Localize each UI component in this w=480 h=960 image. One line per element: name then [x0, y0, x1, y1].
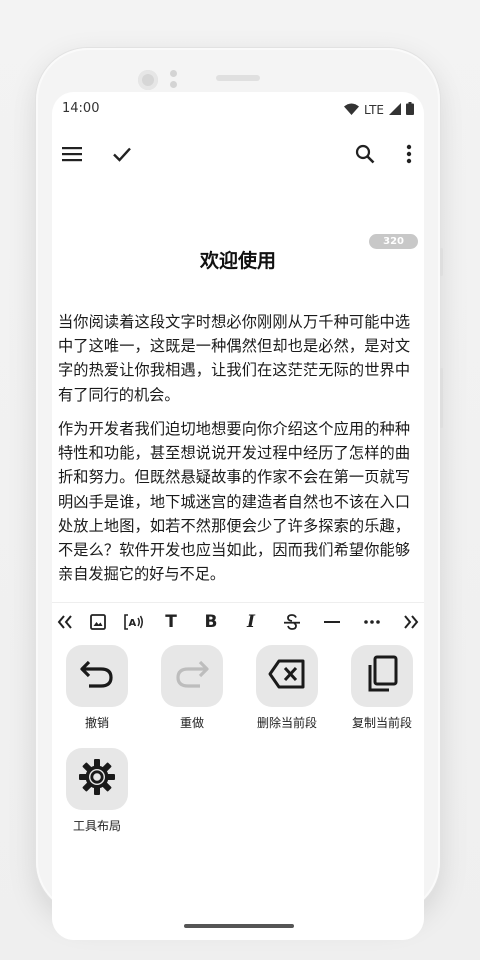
status-icons: LTE [344, 100, 414, 119]
double-chevron-right-icon[interactable] [398, 609, 424, 635]
sensor [170, 81, 177, 88]
copy-icon [365, 655, 399, 697]
check-icon[interactable] [108, 140, 136, 168]
horizontal-rule-icon[interactable] [319, 609, 345, 635]
wifi-icon [344, 100, 360, 119]
copy-paragraph-button[interactable]: 复制当前段 [342, 645, 422, 731]
quick-actions-panel: 撤销 重做 删除当前段 复制当前段 工具布局 [52, 640, 424, 940]
battery-icon [406, 100, 414, 119]
screen: 14:00 LTE 320 欢迎使用 当你阅读着这段文字时想必你刚刚从万千种可能… [52, 92, 424, 940]
action-tile[interactable] [66, 748, 128, 810]
format-toolbar: A T B I [52, 602, 424, 641]
strikethrough-icon[interactable] [279, 609, 305, 635]
action-label: 复制当前段 [351, 716, 412, 730]
power-button [440, 368, 443, 428]
action-label: 重做 [179, 716, 204, 730]
app-toolbar [52, 126, 424, 182]
volume-button [440, 248, 443, 276]
title-icon[interactable]: T [158, 609, 184, 635]
italic-icon[interactable]: I [238, 609, 264, 635]
image-icon[interactable] [85, 609, 111, 635]
undo-icon [79, 658, 115, 694]
action-label: 删除当前段 [256, 716, 317, 730]
paragraph[interactable]: 当你阅读着这段文字时想必你刚刚从万千种可能中选中了这唯一，这既是一种偶然但却也是… [58, 310, 410, 407]
tool-layout-button[interactable]: 工具布局 [57, 748, 137, 834]
double-chevron-left-icon[interactable] [52, 609, 78, 635]
bold-icon[interactable]: B [198, 609, 224, 635]
sensor [170, 70, 177, 77]
network-type: LTE [364, 102, 384, 117]
redo-icon [174, 658, 210, 694]
delete-paragraph-button[interactable]: 删除当前段 [247, 645, 327, 731]
svg-text:A: A [129, 618, 137, 629]
paragraph[interactable]: 作为开发者我们迫切地想要向你介绍这个应用的种种特性和功能，甚至想说说开发过程中经… [58, 417, 410, 586]
camera [138, 70, 158, 90]
settings-icon [78, 758, 116, 800]
backspace-icon [268, 659, 306, 693]
status-time: 14:00 [62, 101, 100, 116]
signal-icon [389, 100, 401, 119]
action-tile[interactable] [351, 645, 413, 707]
status-bar: 14:00 LTE [52, 92, 424, 126]
action-tile[interactable] [256, 645, 318, 707]
redo-button[interactable]: 重做 [152, 645, 232, 731]
document-title[interactable]: 欢迎使用 [52, 246, 424, 273]
action-tile[interactable] [66, 645, 128, 707]
phone-frame: 14:00 LTE 320 欢迎使用 当你阅读着这段文字时想必你刚刚从万千种可能… [36, 48, 443, 940]
undo-button[interactable]: 撤销 [57, 645, 137, 731]
more-horizontal-icon[interactable] [359, 609, 385, 635]
search-icon[interactable] [351, 140, 379, 168]
menu-icon[interactable] [58, 140, 86, 168]
action-label: 撤销 [84, 716, 109, 730]
action-tile[interactable] [161, 645, 223, 707]
home-indicator[interactable] [184, 924, 294, 928]
text-to-speech-icon[interactable]: A [121, 609, 147, 635]
more-vertical-icon[interactable] [395, 140, 423, 168]
action-label: 工具布局 [72, 819, 121, 833]
speaker [216, 75, 260, 81]
